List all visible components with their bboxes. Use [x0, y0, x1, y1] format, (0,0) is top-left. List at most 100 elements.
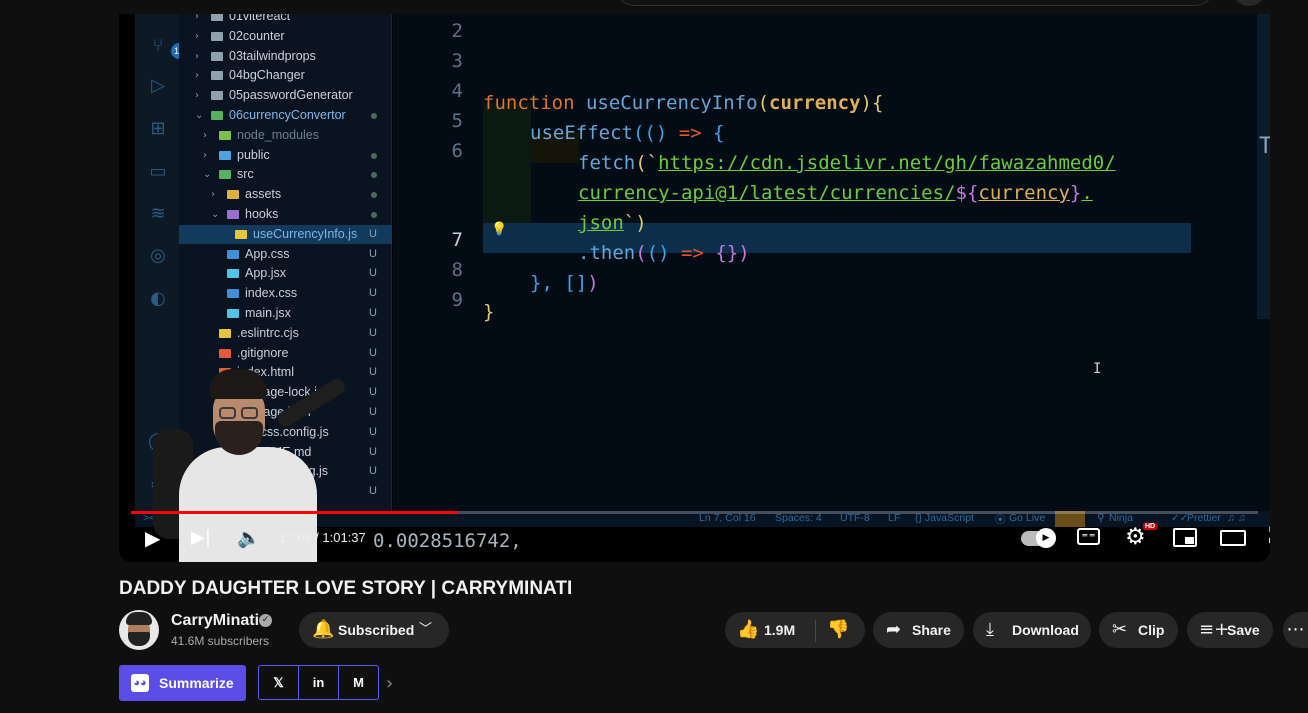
like-dislike-group: 👍 1.9M 👎: [725, 612, 865, 648]
url-string: json: [578, 212, 624, 234]
chevron-right-icon[interactable]: ›: [386, 673, 393, 694]
explorer-item[interactable]: › assets: [179, 185, 392, 204]
linkedin-icon[interactable]: in: [299, 666, 339, 699]
explorer-item-label: App.jsx: [245, 266, 286, 281]
code-line-6-wrap2: json`): [578, 208, 647, 238]
download-button[interactable]: ⤓ Download: [973, 612, 1091, 648]
folder-icon: [211, 91, 223, 101]
like-icon[interactable]: 👍: [737, 612, 759, 648]
explorer-item-label: hooks: [245, 207, 279, 221]
share-button[interactable]: ➦ Share: [873, 612, 964, 648]
explorer-item-label: main.jsx: [245, 306, 291, 320]
git-status: U: [369, 346, 377, 359]
medium-icon[interactable]: M: [339, 666, 378, 699]
explorer-item[interactable]: .eslintrc.cjs U: [179, 324, 392, 343]
paren: `): [623, 212, 647, 234]
gitlens-icon: ◎: [150, 245, 166, 266]
parameter: currency: [769, 92, 861, 114]
glasses: [241, 407, 258, 419]
summarize-logo-icon: ◕◕: [131, 674, 149, 692]
explorer-item[interactable]: › 04bgChanger: [179, 66, 392, 85]
chevron-right-icon: ›: [195, 14, 199, 22]
clip-label: Clip: [1138, 622, 1165, 638]
download-icon: ⤓: [986, 619, 994, 640]
modified-dot-icon: [371, 152, 377, 159]
paren: ): [738, 242, 750, 264]
explorer-item-label: 04bgChanger: [229, 68, 305, 83]
account-avatar[interactable]: [1232, 0, 1266, 6]
explorer-item[interactable]: .gitignore U: [179, 344, 392, 363]
explorer-item[interactable]: App.jsx U: [179, 264, 392, 283]
url-string: .: [1081, 182, 1093, 204]
brace: {: [701, 122, 725, 144]
code-line-4: function useCurrencyInfo(currency){: [483, 88, 883, 118]
explorer-item-label: node_modules: [237, 127, 320, 142]
explorer-item[interactable]: App.css U: [179, 245, 392, 264]
progress-bar[interactable]: [131, 511, 1258, 514]
verified-icon: ✓: [259, 614, 272, 627]
twitter-icon[interactable]: 𝕏: [259, 666, 299, 699]
like-count[interactable]: 1.9M: [764, 612, 795, 648]
line-number-text: 2: [451, 20, 463, 42]
save-button[interactable]: ≡+ Save: [1187, 612, 1273, 648]
next-icon[interactable]: ▶|: [191, 527, 211, 548]
more-actions-icon[interactable]: ⋯: [1283, 612, 1308, 648]
explorer-item[interactable]: ⌄ 06currencyConvertor: [179, 106, 392, 125]
explorer-item[interactable]: › 01vitereact: [179, 14, 392, 26]
modified-dot-icon: [371, 192, 377, 199]
explorer-item-label: index.css: [245, 286, 298, 301]
arrow: =>: [669, 242, 704, 264]
theater-mode-icon[interactable]: [1220, 530, 1246, 546]
play-icon[interactable]: ▶: [145, 526, 160, 550]
code-line-9: }: [483, 297, 494, 327]
vscode-editor: 23456789 function useCurrencyInfo(curren…: [393, 14, 1270, 511]
chevron-right-icon: ›: [195, 90, 199, 102]
subscribe-button[interactable]: 🔔 Subscribed ﹀: [299, 612, 449, 648]
explorer-item[interactable]: › 02counter: [179, 27, 392, 46]
url-string: currency-api@1/latest/currencies/: [578, 182, 956, 204]
summarize-button[interactable]: ◕◕ Summarize: [119, 665, 246, 701]
method-call: .then: [578, 242, 636, 264]
git-status: U: [369, 386, 377, 399]
explorer-item[interactable]: ⌄ hooks: [179, 205, 392, 224]
explorer-item[interactable]: main.jsx U: [179, 304, 392, 323]
save-label: Save: [1227, 622, 1260, 638]
lightbulb-icon[interactable]: 💡: [491, 222, 507, 237]
channel-avatar[interactable]: [119, 610, 159, 650]
channel-name[interactable]: CarryMinati: [171, 612, 259, 630]
video-player[interactable]: ⑂ 17 ▷ ⊞ ▭ ≋ ◎ ◐ ◯ ⚙ ›01vitereact›02coun…: [119, 14, 1270, 562]
git-status: U: [369, 465, 377, 478]
folder-icon: [211, 31, 223, 41]
code-line-7: .then(() => {}): [578, 238, 750, 268]
git-status: U: [369, 406, 377, 418]
text-cursor-icon: I: [1093, 361, 1102, 377]
explorer-item[interactable]: index.css U: [179, 284, 392, 303]
git-status: U: [369, 366, 377, 379]
avatar-hair: [126, 612, 152, 625]
clip-button[interactable]: ✂ Clip: [1099, 612, 1178, 648]
explorer-item[interactable]: › 03tailwindprops: [179, 47, 392, 66]
chevron-down-icon: ⌄: [211, 209, 220, 220]
subtitles-icon[interactable]: ═ ═: [1077, 528, 1100, 545]
volume-icon[interactable]: 🔈: [237, 526, 261, 549]
explorer-item[interactable]: ⌄ src: [179, 165, 392, 184]
code-line-5: useEffect(() => {: [530, 118, 725, 148]
bell-icon: 🔔: [312, 619, 335, 640]
explorer-item[interactable]: › 05passwordGenerator: [179, 86, 392, 105]
modified-dot-icon: [371, 113, 377, 119]
line-number-text: 4: [451, 79, 463, 102]
search-box[interactable]: [615, 0, 1215, 6]
explorer-item[interactable]: › node_modules: [179, 126, 392, 145]
fullscreen-icon[interactable]: ⛶: [1269, 524, 1270, 549]
explorer-item[interactable]: › public: [179, 146, 392, 165]
template-open: ${: [955, 182, 979, 204]
code-line-6-wrap: currency-api@1/latest/currencies/${curre…: [578, 178, 1093, 208]
arrow: =>: [678, 122, 702, 144]
explorer-item[interactable]: useCurrencyInfo.js U: [179, 224, 392, 244]
explorer-item-label: 06currencyConvertor: [229, 108, 346, 122]
miniplayer-icon[interactable]: [1173, 528, 1197, 547]
autoplay-toggle[interactable]: ▶: [1021, 528, 1056, 548]
glasses: [219, 407, 236, 419]
dislike-icon[interactable]: 👎: [827, 612, 849, 648]
template-var: currency: [978, 182, 1070, 204]
